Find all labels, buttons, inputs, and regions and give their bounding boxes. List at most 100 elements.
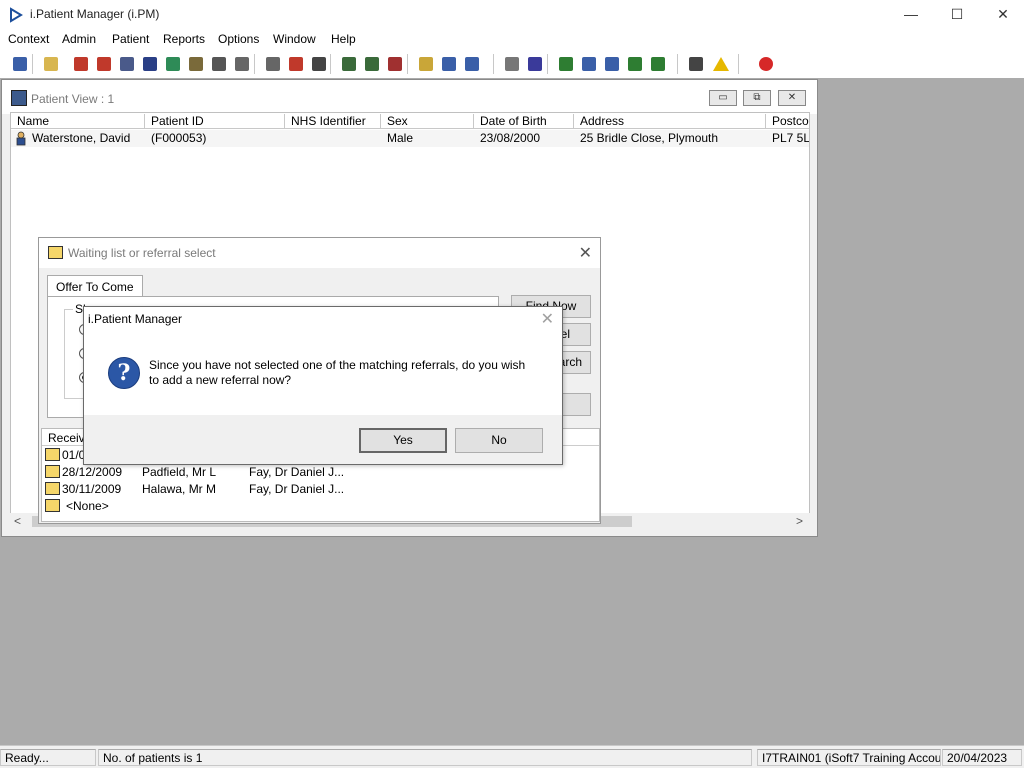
menu-admin[interactable]: Admin xyxy=(62,32,96,46)
approve-icon[interactable] xyxy=(601,53,623,75)
app-logo-icon xyxy=(10,7,23,23)
export-icon[interactable] xyxy=(647,53,669,75)
yes-button[interactable]: Yes xyxy=(359,428,447,453)
print-icon-glyph xyxy=(44,57,58,71)
trolley-icon[interactable] xyxy=(438,53,460,75)
page-icon[interactable] xyxy=(501,53,523,75)
referral-date: 28/12/2009 xyxy=(62,465,123,479)
user-icon[interactable] xyxy=(9,53,31,75)
notepad-icon[interactable] xyxy=(415,53,437,75)
scroll-right-icon[interactable]: > xyxy=(796,514,803,528)
edit-doc-icon[interactable] xyxy=(93,53,115,75)
menu-window[interactable]: Window xyxy=(273,32,316,46)
import-icon[interactable] xyxy=(624,53,646,75)
book-icon[interactable] xyxy=(70,53,92,75)
approve-icon-glyph xyxy=(605,57,619,71)
toolbar-separator xyxy=(32,54,33,74)
patient-sex: Male xyxy=(387,131,414,145)
letter-m-icon[interactable] xyxy=(139,53,161,75)
chart-icon[interactable] xyxy=(338,53,360,75)
patient-row[interactable]: Waterstone, David (F000053) Male 23/08/2… xyxy=(11,130,810,147)
close-icon[interactable]: ✕ xyxy=(579,243,592,263)
calendar-icon[interactable] xyxy=(361,53,383,75)
menu-patient[interactable]: Patient xyxy=(112,32,149,46)
gauge-icon[interactable] xyxy=(384,53,406,75)
swap-icon-glyph xyxy=(689,57,703,71)
status-ready: Ready... xyxy=(0,749,96,766)
menu-bar: Context Admin Patient Reports Options Wi… xyxy=(0,30,1024,50)
menu-context[interactable]: Context xyxy=(8,32,49,46)
column-date-of-birth[interactable]: Date of Birth xyxy=(474,114,574,129)
bed-icon-glyph xyxy=(212,57,226,71)
referral-row[interactable]: 30/11/2009 Halawa, Mr M Fay, Dr Daniel J… xyxy=(42,480,599,497)
warning-icon[interactable] xyxy=(709,53,731,75)
document-list-icon[interactable] xyxy=(116,53,138,75)
status-date: 20/04/2023 xyxy=(942,749,1022,766)
globe-icon[interactable] xyxy=(555,53,577,75)
referral-row[interactable]: 28/12/2009 Padfield, Mr L Fay, Dr Daniel… xyxy=(42,463,599,480)
swap-icon[interactable] xyxy=(685,53,707,75)
confirm-dialog-titlebar: i.Patient Manager ✕ xyxy=(84,307,562,331)
clock-icon[interactable] xyxy=(285,53,307,75)
column-address[interactable]: Address xyxy=(574,114,766,129)
patient-address: 25 Bridle Close, Plymouth xyxy=(580,131,719,145)
referral-icon xyxy=(45,482,60,495)
document-list-icon-glyph xyxy=(120,57,134,71)
transfer-icon-glyph xyxy=(465,57,479,71)
menu-options[interactable]: Options xyxy=(218,32,259,46)
column-nhs-identifier[interactable]: NHS Identifier xyxy=(285,114,381,129)
person-icon[interactable] xyxy=(162,53,184,75)
close-icon[interactable]: ✕ xyxy=(541,309,554,329)
question-icon: ? xyxy=(108,357,140,389)
search-doc-icon-glyph xyxy=(266,57,280,71)
referral-row[interactable]: <None> xyxy=(42,497,599,514)
window-titlebar: i.Patient Manager (i.PM) — ☐ ✕ xyxy=(0,0,1024,30)
patient-postcode: PL7 5LP xyxy=(772,131,810,145)
exit-icon[interactable] xyxy=(755,53,777,75)
check-list-icon[interactable] xyxy=(578,53,600,75)
close-icon[interactable]: ✕ xyxy=(778,90,806,106)
toolbar-separator xyxy=(677,54,678,74)
toolbar-separator xyxy=(407,54,408,74)
close-window-button[interactable]: ✕ xyxy=(980,0,1024,30)
no-button[interactable]: No xyxy=(455,428,543,453)
bed-icon[interactable] xyxy=(208,53,230,75)
warning-icon-glyph xyxy=(713,57,729,71)
referral-icon xyxy=(45,499,60,512)
referral-date: <None> xyxy=(66,499,109,513)
edit-doc-icon-glyph xyxy=(97,57,111,71)
referral-date: 30/11/2009 xyxy=(62,482,122,496)
column-name[interactable]: Name xyxy=(11,114,145,129)
maximize-button[interactable]: ☐ xyxy=(934,0,980,30)
note-icon-glyph xyxy=(189,57,203,71)
column-patient-id[interactable]: Patient ID xyxy=(145,114,285,129)
tab-offer-to-come-in[interactable]: Offer To Come In xyxy=(47,275,143,308)
transfer-icon[interactable] xyxy=(461,53,483,75)
toolbar-separator xyxy=(330,54,331,74)
printer-icon xyxy=(48,246,63,259)
note-icon[interactable] xyxy=(185,53,207,75)
minimize-icon[interactable]: ▭ xyxy=(709,90,737,106)
search-doc-icon[interactable] xyxy=(262,53,284,75)
minimize-button[interactable]: — xyxy=(888,0,934,30)
referral-consultant: Fay, Dr Daniel J... xyxy=(249,465,345,479)
confirm-dialog: i.Patient Manager ✕ ? Since you have not… xyxy=(83,306,563,465)
monitor-icon[interactable] xyxy=(308,53,330,75)
column-postcode[interactable]: Postcode xyxy=(766,114,809,129)
monitor-icon-glyph xyxy=(312,57,326,71)
menu-help[interactable]: Help xyxy=(331,32,356,46)
user-icon-glyph xyxy=(13,57,27,71)
column-sex[interactable]: Sex xyxy=(381,114,474,129)
ambulance-icon[interactable] xyxy=(231,53,253,75)
scroll-left-icon[interactable]: < xyxy=(14,514,21,528)
bar-chart-icon[interactable] xyxy=(524,53,546,75)
restore-icon[interactable]: ⧉ xyxy=(743,90,771,106)
print-icon[interactable] xyxy=(40,53,62,75)
menu-reports[interactable]: Reports xyxy=(163,32,205,46)
confirm-dialog-title: i.Patient Manager xyxy=(88,312,183,326)
bar-chart-icon-glyph xyxy=(528,57,542,71)
gauge-icon-glyph xyxy=(388,57,402,71)
import-icon-glyph xyxy=(628,57,642,71)
patient-view-titlebar: Patient View : 1 ▭ ⧉ ✕ xyxy=(2,80,817,114)
person-icon-glyph xyxy=(166,57,180,71)
